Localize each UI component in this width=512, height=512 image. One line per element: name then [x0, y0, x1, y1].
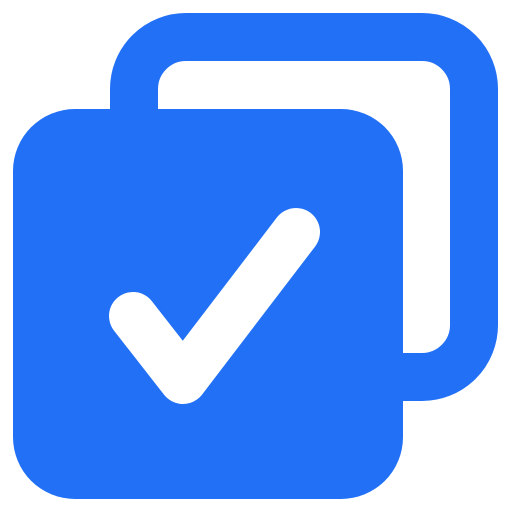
copy-check-icon	[13, 13, 498, 499]
front-square	[13, 109, 403, 499]
icon-canvas	[0, 0, 512, 512]
